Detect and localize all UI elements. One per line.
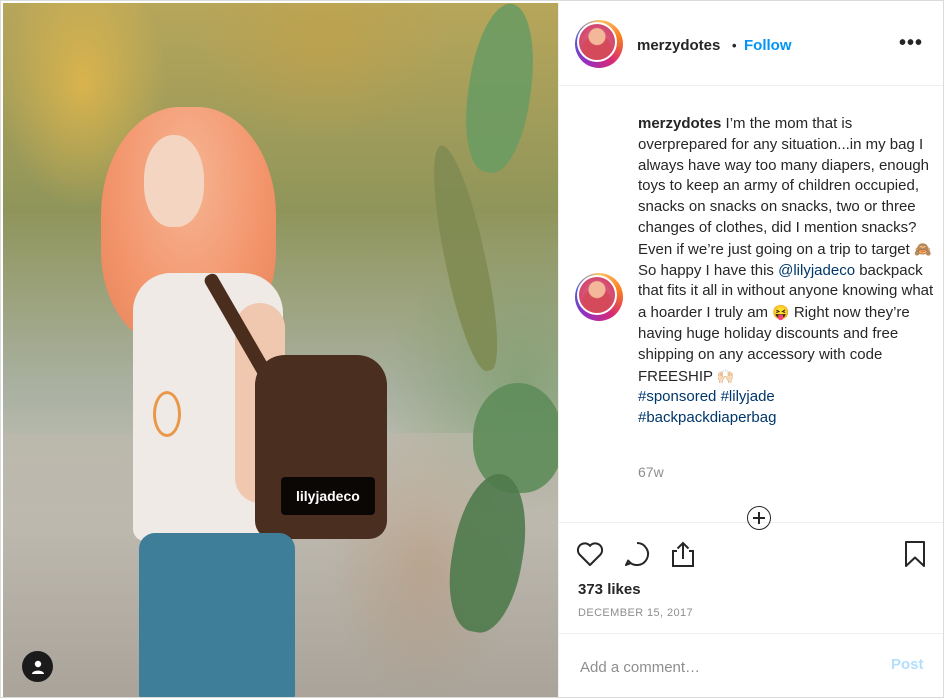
caption-time-ago[interactable]: 67w	[638, 464, 664, 480]
user-tag-icon[interactable]	[22, 651, 53, 682]
photo-person-jeans	[139, 533, 295, 697]
post-header: merzydotes • Follow •••	[559, 3, 943, 86]
comment-input[interactable]	[578, 656, 862, 678]
instagram-post-modal: lilyjadeco merzydotes • Follow ••• merzy…	[0, 0, 944, 698]
hashtag-link[interactable]: #sponsored	[638, 388, 716, 405]
like-count[interactable]: 373 likes	[578, 581, 641, 598]
post-photo[interactable]: lilyjadeco	[3, 3, 558, 697]
comment-icon[interactable]	[622, 539, 652, 569]
author-username[interactable]: merzydotes	[637, 37, 720, 54]
caption-username[interactable]: merzydotes	[638, 115, 721, 132]
comment-bar: Post	[559, 634, 943, 697]
caption-part: I’m the mom that is overprepared for any…	[638, 115, 930, 258]
photo-shirt-logo	[153, 391, 181, 437]
follow-button[interactable]: Follow	[744, 37, 792, 54]
product-tag[interactable]: lilyjadeco	[281, 477, 375, 515]
hashtag-link[interactable]: #backpackdiaperbag	[638, 409, 776, 426]
post-comment-button[interactable]: Post	[891, 656, 924, 673]
caption-emoji: 🙌🏻	[716, 367, 735, 384]
post-date: DECEMBER 15, 2017	[578, 607, 694, 619]
more-options-icon[interactable]: •••	[899, 32, 923, 55]
header-separator: •	[732, 38, 737, 53]
hashtag-link[interactable]: #lilyjade	[721, 388, 775, 405]
share-icon[interactable]	[668, 539, 698, 569]
caption-emoji: 😝	[772, 304, 790, 321]
caption-part: So happy I have this	[638, 261, 774, 279]
caption-mention-link[interactable]: @lilyjadeco	[778, 262, 855, 279]
post-actions: 373 likes DECEMBER 15, 2017	[559, 523, 943, 634]
bookmark-icon[interactable]	[900, 539, 930, 569]
caption-text: merzydotes I’m the mom that is overprepa…	[638, 114, 938, 429]
photo-cactus	[473, 383, 558, 493]
photo-person-face	[144, 135, 204, 227]
caption-author-avatar[interactable]	[575, 273, 623, 321]
caption-emoji: 🙈	[914, 240, 932, 257]
heart-icon[interactable]	[575, 539, 605, 569]
post-side-panel: merzydotes • Follow ••• merzydotes I’m t…	[558, 3, 943, 697]
author-avatar[interactable]	[575, 20, 623, 68]
caption-section: merzydotes I’m the mom that is overprepa…	[559, 86, 943, 530]
